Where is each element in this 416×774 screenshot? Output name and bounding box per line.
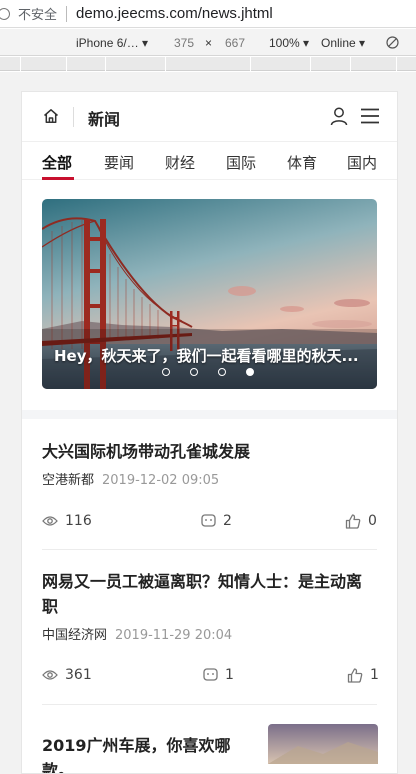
- address-divider: [66, 5, 68, 22]
- banner-carousel[interactable]: Hey，秋天来了，我们一起看看哪里的秋天...: [42, 199, 377, 389]
- carousel-dot[interactable]: [162, 368, 170, 376]
- comment-count-value: 1: [225, 667, 234, 683]
- menu-icon[interactable]: [361, 108, 379, 124]
- user-icon[interactable]: [330, 107, 348, 126]
- thumbs-up-icon: [345, 513, 361, 529]
- device-select[interactable]: iPhone 6/… ▾: [76, 36, 148, 50]
- article-source: 空港新都: [42, 473, 95, 488]
- network-select[interactable]: Online ▾: [321, 36, 365, 50]
- view-count: 361: [42, 667, 92, 683]
- home-icon[interactable]: [43, 108, 59, 124]
- view-count-value: 361: [65, 667, 92, 683]
- comment-count[interactable]: 1: [203, 667, 234, 683]
- thumbs-up-icon: [347, 667, 363, 683]
- device-toolbar: iPhone 6/… ▾ 375 × 667 100% ▾ Online ▾: [0, 29, 416, 56]
- device-name: iPhone 6/…: [76, 36, 139, 50]
- carousel-dot[interactable]: [190, 368, 198, 376]
- article-meta: 中国经济网 2019-11-29 20:04: [42, 624, 377, 643]
- article-stats: 361 1 1: [42, 667, 379, 687]
- like-count[interactable]: 0: [345, 513, 377, 529]
- article-date: 2019-12-02 09:05: [102, 473, 220, 488]
- nav-divider: [73, 107, 74, 127]
- article-title[interactable]: 大兴国际机场带动孔雀城发展: [42, 439, 377, 464]
- tab-international[interactable]: 国际: [226, 152, 256, 173]
- rotate-icon[interactable]: [386, 36, 399, 49]
- article-thumbnail[interactable]: [268, 724, 378, 764]
- media-query-ruler: [0, 57, 416, 71]
- height-input[interactable]: 667: [225, 36, 245, 50]
- comment-icon: [201, 514, 216, 527]
- eye-icon: [42, 670, 58, 680]
- article-title[interactable]: 网易又一员工被逼离职？知情人士：是主动离职: [42, 569, 377, 619]
- carousel-dot[interactable]: [218, 368, 226, 376]
- like-count-value: 0: [368, 513, 377, 529]
- zoom-select[interactable]: 100% ▾: [269, 36, 309, 50]
- url-text[interactable]: demo.jeecms.com/news.jhtml: [76, 5, 273, 22]
- like-count[interactable]: 1: [347, 667, 379, 683]
- article-stats: 116 2 0: [42, 513, 377, 533]
- article-divider: [42, 549, 377, 550]
- carousel-dots: [162, 368, 262, 378]
- zoom-value: 100%: [269, 36, 300, 50]
- article-title[interactable]: 2019广州车展，你喜欢哪款。: [42, 733, 262, 773]
- address-bar[interactable]: 不安全 demo.jeecms.com/news.jhtml: [0, 0, 416, 28]
- view-count-value: 116: [65, 513, 92, 529]
- page-title: 新闻: [88, 110, 121, 129]
- article-date: 2019-11-29 20:04: [115, 628, 233, 643]
- section-gap: [22, 410, 397, 419]
- top-nav: 新闻: [22, 92, 397, 142]
- article-item[interactable]: 2019广州车展，你喜欢哪款。: [42, 733, 262, 773]
- tab-headlines[interactable]: 要闻: [104, 152, 134, 173]
- view-count: 116: [42, 513, 92, 529]
- tab-finance[interactable]: 财经: [165, 152, 195, 173]
- security-status: 不安全: [18, 8, 58, 23]
- carousel-dot-active[interactable]: [246, 368, 254, 376]
- banner-caption[interactable]: Hey，秋天来了，我们一起看看哪里的秋天...: [54, 345, 359, 366]
- info-icon[interactable]: [0, 7, 10, 20]
- comment-icon: [203, 668, 218, 681]
- tab-sports[interactable]: 体育: [287, 152, 317, 173]
- thumbnail-image: [268, 724, 378, 764]
- eye-icon: [42, 516, 58, 526]
- category-tabs: 全部 要闻 财经 国际 体育 国内: [22, 142, 397, 180]
- comment-count-value: 2: [223, 513, 232, 529]
- dimension-times: ×: [205, 36, 213, 50]
- comment-count[interactable]: 2: [201, 513, 232, 529]
- tab-all[interactable]: 全部: [42, 152, 72, 173]
- device-viewport: 新闻 全部 要闻 财经 国际 体育 国内 Hey，秋天来了，我们一起看看哪里的秋…: [21, 91, 398, 774]
- article-item[interactable]: 大兴国际机场带动孔雀城发展 空港新都 2019-12-02 09:05 116 2: [42, 439, 377, 529]
- network-value: Online: [321, 36, 356, 50]
- article-divider: [42, 704, 377, 705]
- like-count-value: 1: [370, 667, 379, 683]
- width-input[interactable]: 375: [174, 36, 194, 50]
- tab-domestic[interactable]: 国内: [347, 152, 377, 173]
- active-tab-indicator: [42, 177, 74, 180]
- article-meta: 空港新都 2019-12-02 09:05: [42, 469, 377, 488]
- article-item[interactable]: 网易又一员工被逼离职？知情人士：是主动离职 中国经济网 2019-11-29 20…: [42, 569, 379, 683]
- article-source: 中国经济网: [42, 628, 108, 643]
